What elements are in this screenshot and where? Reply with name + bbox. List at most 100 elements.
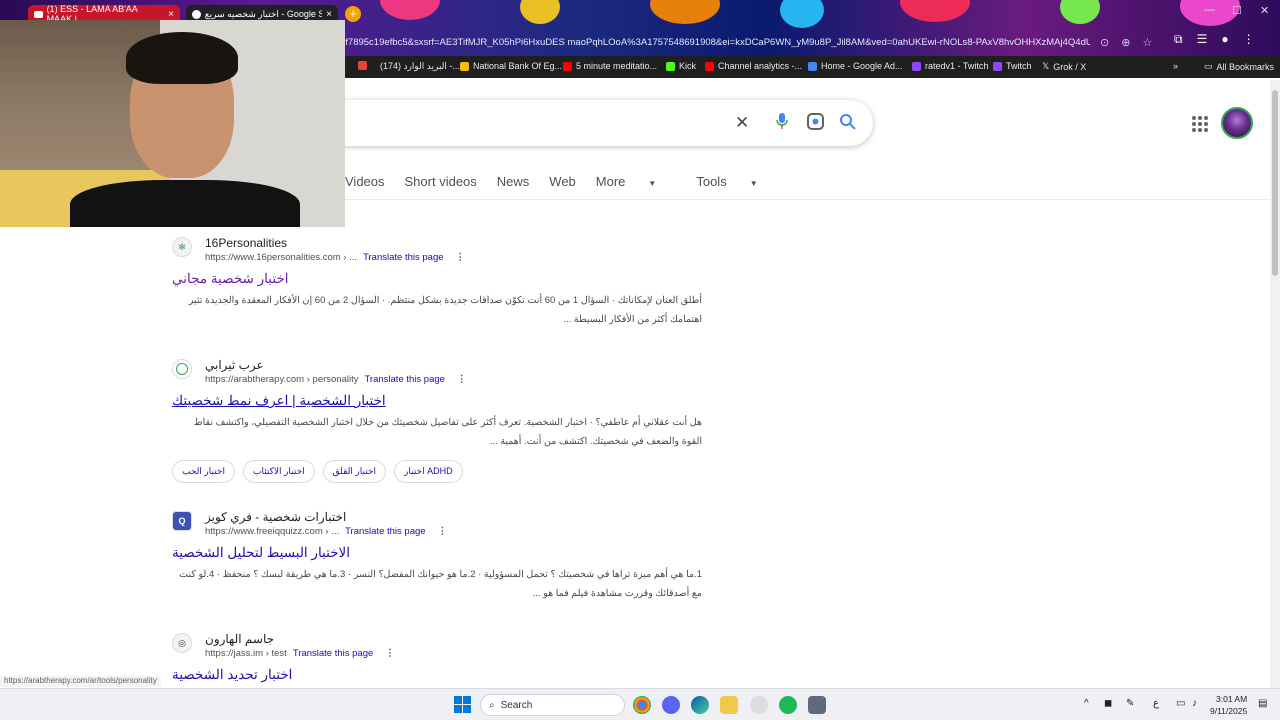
bookmark-channel-analytics[interactable]: Channel analytics -... <box>705 61 802 71</box>
more-options-icon[interactable]: ⋮ <box>385 647 395 661</box>
bank-icon <box>460 61 469 71</box>
menu-icon[interactable]: ⋮ <box>1243 32 1255 47</box>
result-snippet: 1.ما هي أهم ميزة تراها في شخصيتك ؟ تحمل … <box>179 569 702 599</box>
result-title-link[interactable]: الاختبار البسيط لتحليل الشخصية <box>172 544 712 562</box>
result-url: https://www.freeiqquizz.com › ... <box>205 526 340 537</box>
taskbar-search-label: Search <box>500 699 533 711</box>
profile-icon[interactable]: ● <box>1221 32 1228 47</box>
tab-label: اختبار شخصيه سريع - Google Search <box>204 8 323 19</box>
bookmark-inbox[interactable]: البريد الوارد (174) -... <box>380 61 460 72</box>
discord-tray-icon[interactable]: ◼ <box>1104 698 1112 709</box>
taskbar-clock[interactable]: 3:01 AM 9/11/2025 <box>1210 693 1247 717</box>
spotify-icon[interactable] <box>779 696 797 714</box>
chrome-icon[interactable] <box>633 696 651 714</box>
app-tray-icon[interactable]: ✎ <box>1126 698 1134 709</box>
translate-link[interactable]: Translate this page <box>364 373 444 387</box>
translate-link[interactable]: Translate this page <box>345 525 425 539</box>
close-tab-icon[interactable]: × <box>326 9 332 20</box>
twitch-icon <box>993 61 1002 71</box>
close-window-icon[interactable]: ✕ <box>1260 4 1269 17</box>
bookmark-kick[interactable]: Kick <box>666 61 696 71</box>
google-icon <box>192 9 201 19</box>
more-options-icon[interactable]: ⋮ <box>457 373 467 387</box>
language-indicator[interactable]: ع <box>1153 698 1159 709</box>
clear-icon[interactable]: ✕ <box>735 113 749 133</box>
folder-icon: ▭ <box>1204 61 1213 71</box>
result-title-link[interactable]: اختبار الشخصية | اعرف نمط شخصيتك <box>172 392 712 410</box>
bookmark-label: 5 minute meditatio... <box>576 61 658 71</box>
more-bookmarks-icon[interactable]: » <box>1173 61 1178 71</box>
scrollbar-thumb[interactable] <box>1272 90 1278 276</box>
reading-list-icon[interactable]: ☰ <box>1197 32 1208 47</box>
maximize-icon[interactable]: ☐ <box>1232 4 1242 17</box>
bookmark-label: Channel analytics -... <box>718 61 803 71</box>
translate-link[interactable]: Translate this page <box>363 251 443 265</box>
volume-icon[interactable]: ♪ <box>1192 698 1197 709</box>
webcam-person-hair <box>126 32 238 84</box>
tab-videos[interactable]: Videos <box>345 174 385 189</box>
more-options-icon[interactable]: ⋮ <box>456 251 466 265</box>
freeiqquizz-favicon: Q <box>172 511 192 531</box>
voice-search-icon[interactable] <box>776 113 788 134</box>
taskbar-search[interactable]: ⌕ Search <box>480 694 625 716</box>
address-bar[interactable]: 3f7895c19efbc5&sxsrf=AE3TifMJR_K05hPi6Hx… <box>340 32 1170 52</box>
caret-down-icon: ▼ <box>648 179 657 188</box>
webcam-person-shirt <box>70 180 300 227</box>
bookmark-ratedv1-twitch[interactable]: ratedv1 - Twitch <box>912 61 988 71</box>
tab-short-videos[interactable]: Short videos <box>405 174 477 189</box>
google-apps-icon[interactable] <box>1192 116 1208 132</box>
bookmark-label: البريد الوارد (174) -... <box>380 61 460 71</box>
search-input[interactable]: ✕ <box>330 100 873 146</box>
tab-more[interactable]: More ▼ <box>596 174 677 189</box>
search-result: ✻ 16Personalities https://www.16personal… <box>172 236 712 329</box>
lens-icon[interactable] <box>807 113 824 135</box>
bookmark-grok[interactable]: 𝕏 Grok / X <box>1042 61 1086 72</box>
page-scrollbar[interactable] <box>1270 80 1280 688</box>
url-text[interactable]: 3f7895c19efbc5&sxsrf=AE3TifMJR_K05hPi6Hx… <box>340 37 1090 48</box>
all-bookmarks[interactable]: ▭ All Bookmarks <box>1204 61 1274 72</box>
translate-link[interactable]: Translate this page <box>293 647 373 661</box>
windows-start-icon[interactable] <box>454 696 471 713</box>
tab-news[interactable]: News <box>497 174 530 189</box>
bookmark-nbe[interactable]: National Bank Of Eg... <box>460 61 562 71</box>
chip-link[interactable]: اختبار الحب <box>172 460 235 483</box>
obs-icon[interactable] <box>750 696 768 714</box>
minimize-icon[interactable]: — <box>1204 4 1215 16</box>
zoom-icon[interactable]: ⊕ <box>1121 36 1130 49</box>
search-result: ◎ جاسم الهارون https://jass.im › test Tr… <box>172 632 712 684</box>
youtube-icon <box>563 61 572 71</box>
bookmark-twitch[interactable]: Twitch <box>993 61 1032 71</box>
result-title-link[interactable]: اختبار شخصية مجاني <box>172 270 712 288</box>
close-tab-icon[interactable]: × <box>168 9 174 20</box>
new-tab-button[interactable]: + <box>345 6 361 22</box>
extensions-icon[interactable]: ⧉ <box>1174 32 1183 47</box>
tray-overflow-icon[interactable]: ^ <box>1084 698 1089 709</box>
bookmark-label: All Bookmarks <box>1216 61 1275 72</box>
chip-link[interactable]: ADHD اختبار <box>394 460 463 483</box>
file-explorer-icon[interactable] <box>720 696 738 714</box>
search-result: Q اختبارات شخصية - فري كويز https://www.… <box>172 510 712 603</box>
network-icon[interactable]: ▭ <box>1176 698 1185 709</box>
google-ads-icon <box>808 61 817 71</box>
chip-link[interactable]: اختبار الاكتئاب <box>242 460 315 483</box>
bookmark-google-ads[interactable]: Home - Google Ad... <box>808 61 903 71</box>
notifications-icon[interactable]: ▤ <box>1258 698 1267 709</box>
result-title-link[interactable]: اختبار تحديد الشخصية <box>172 666 712 684</box>
edge-icon[interactable] <box>691 696 709 714</box>
search-tabs: Videos Short videos News Web More ▼ Tools… <box>345 174 798 189</box>
discord-icon[interactable] <box>662 696 680 714</box>
more-options-icon[interactable]: ⋮ <box>438 525 448 539</box>
x-icon: 𝕏 <box>1042 61 1050 71</box>
settings-icon[interactable] <box>808 696 826 714</box>
tab-tools[interactable]: Tools ▼ <box>696 174 777 189</box>
search-icon[interactable] <box>839 113 856 135</box>
chip-link[interactable]: اختبار القلق <box>322 460 387 483</box>
taskbar: ⌕ Search ^ ◼ ✎ ع ▭ ♪ 3:01 AM 9/11/2025 ▤ <box>0 688 1280 720</box>
bookmark-label: Grok / X <box>1053 61 1087 72</box>
bookmark-gmail[interactable] <box>358 61 367 70</box>
avatar[interactable] <box>1221 107 1253 139</box>
tab-web[interactable]: Web <box>549 174 576 189</box>
location-icon[interactable]: ⊙ <box>1100 36 1109 49</box>
star-icon[interactable]: ☆ <box>1142 36 1152 49</box>
bookmark-meditation[interactable]: 5 minute meditatio... <box>563 61 657 71</box>
